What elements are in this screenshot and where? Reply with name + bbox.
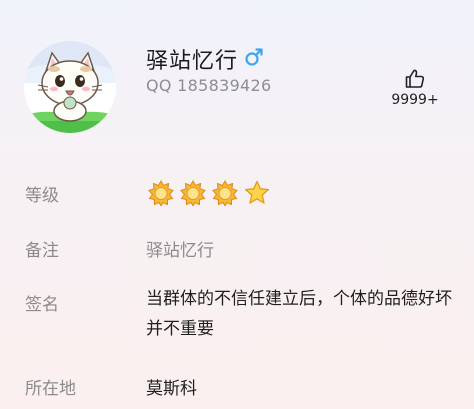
location-value: 莫斯科: [146, 379, 197, 399]
star-level-icon: [244, 180, 270, 210]
signature-value: 当群体的不信任建立后，个体的品德好坏并不重要: [146, 289, 452, 339]
remark-label: 备注: [25, 241, 59, 261]
nickname: 驿站忆行: [146, 49, 239, 74]
level-label: 等级: [25, 186, 59, 206]
location-label: 所在地: [25, 379, 76, 399]
cat-avatar-image: [24, 41, 116, 133]
level-badges: [148, 179, 270, 210]
like-button[interactable]: 9999+: [382, 67, 448, 108]
like-count: 9999+: [391, 92, 439, 108]
sun-level-icon: [212, 179, 238, 210]
qq-number: QQ 185839426: [146, 76, 272, 95]
sun-level-icon: [148, 179, 174, 210]
avatar[interactable]: [24, 41, 116, 133]
signature-label: 签名: [25, 295, 59, 315]
remark-value[interactable]: 驿站忆行: [146, 236, 214, 261]
male-icon: [244, 47, 264, 71]
nickname-row: 驿站忆行: [146, 43, 264, 75]
sun-level-icon: [180, 179, 206, 210]
thumbs-up-icon: [382, 67, 448, 91]
